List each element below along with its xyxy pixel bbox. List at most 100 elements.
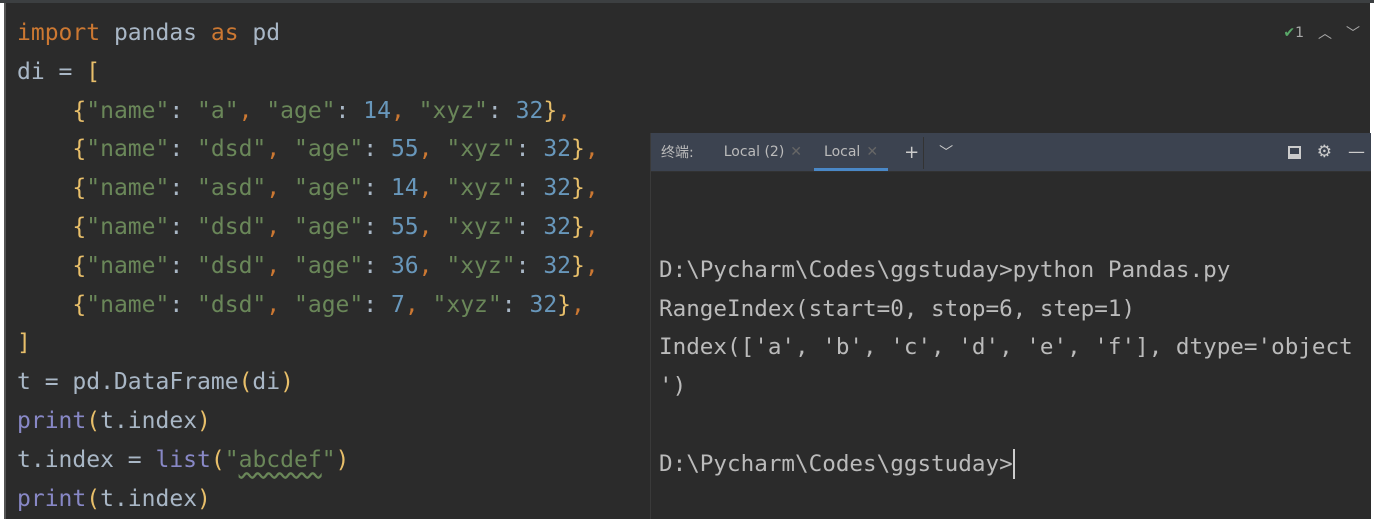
- code-token: ,: [266, 213, 294, 240]
- code-line[interactable]: {"name": "dsd", "age": 7, "xyz": 32},: [17, 286, 599, 325]
- code-line[interactable]: {"name": "a", "age": 14, "xyz": 32},: [17, 92, 599, 131]
- code-token: :: [363, 136, 391, 163]
- code-token: ,: [266, 175, 294, 202]
- code-token: 36: [390, 252, 419, 279]
- code-token: 55: [390, 213, 419, 240]
- code-token: ,: [418, 136, 447, 163]
- code-token: (: [86, 407, 101, 434]
- code-token: ": [224, 446, 239, 473]
- code-token: :: [515, 136, 544, 163]
- previous-highlight-icon[interactable]: ︿: [1318, 23, 1332, 43]
- inspection-widget[interactable]: ✔1 ︿ ﹀: [1283, 23, 1360, 43]
- gear-icon[interactable]: ⚙: [1317, 142, 1332, 162]
- check-icon[interactable]: ✔1: [1283, 25, 1304, 41]
- code-token: "name": [86, 291, 170, 318]
- code-token: ,: [418, 175, 447, 202]
- terminal-cursor: [1012, 449, 1015, 480]
- code-token: ,: [266, 136, 294, 163]
- terminal-panel[interactable]: 终端: Local (2) ✕ Local ✕ + ﹀ ⚙ — D:\Pycharm…: [650, 133, 1371, 519]
- code-line[interactable]: t.index = list("abcdef"): [17, 441, 599, 480]
- code-token: :: [335, 97, 364, 124]
- code-token: "age": [294, 291, 364, 318]
- minimize-icon[interactable]: —: [1348, 142, 1365, 162]
- code-token: ,: [266, 252, 294, 279]
- code-token: import: [17, 20, 101, 46]
- chevron-down-icon[interactable]: ﹀: [939, 142, 953, 162]
- code-token: "xyz": [446, 252, 516, 279]
- code-token: "xyz": [446, 213, 516, 240]
- code-token: "age": [294, 136, 364, 163]
- code-token: :: [169, 252, 198, 279]
- code-token: "dsd": [197, 136, 267, 163]
- code-text[interactable]: import pandas as pd di = [ {"name": "a", …: [17, 14, 599, 518]
- code-line[interactable]: import pandas as pd: [17, 14, 599, 53]
- code-token: (: [238, 369, 253, 396]
- code-line[interactable]: di = [: [17, 53, 599, 92]
- tab-local-2[interactable]: Local (2) ✕: [718, 133, 808, 171]
- code-token: ,: [390, 97, 419, 124]
- code-line[interactable]: {"name": "asd", "age": 14, "xyz": 32},: [17, 169, 599, 208]
- code-token: }: [543, 97, 558, 124]
- code-token: 32: [515, 97, 544, 124]
- code-token: :: [515, 252, 544, 279]
- code-line[interactable]: {"name": "dsd", "age": 55, "xyz": 32},: [17, 208, 598, 247]
- code-token: ,: [584, 252, 599, 279]
- code-token: ,: [557, 97, 572, 124]
- code-token: "dsd": [197, 213, 267, 240]
- code-token: "name": [86, 175, 170, 202]
- code-token: t.index: [100, 407, 198, 434]
- code-token: 14: [390, 175, 419, 202]
- code-token: }: [571, 213, 585, 240]
- code-token: "age": [294, 175, 364, 202]
- add-tab-icon[interactable]: +: [904, 142, 919, 163]
- code-token: 55: [390, 136, 419, 163]
- code-token: }: [571, 175, 585, 202]
- code-line[interactable]: print(t.index): [17, 480, 599, 519]
- terminal-line: Index(['a', 'b', 'c', 'd', 'e', 'f'], dt…: [659, 334, 1353, 361]
- code-line[interactable]: t = pd.DataFrame(di): [17, 363, 599, 402]
- code-token: print: [17, 407, 87, 434]
- code-token: }: [571, 136, 585, 163]
- terminal-label: 终端:: [661, 145, 694, 161]
- code-line[interactable]: {"name": "dsd", "age": 55, "xyz": 32},: [17, 130, 598, 169]
- code-token: ): [197, 485, 211, 512]
- close-icon[interactable]: ✕: [866, 144, 878, 160]
- gutter: [4, 3, 6, 519]
- terminal-header: 终端: Local (2) ✕ Local ✕ + ﹀ ⚙ —: [651, 133, 1371, 172]
- code-token: pd: [238, 20, 281, 46]
- code-token: t = pd.DataFrame: [17, 369, 239, 396]
- code-token: list: [155, 446, 211, 473]
- code-token: ,: [418, 213, 447, 240]
- code-token: 32: [543, 252, 572, 279]
- code-token: {: [72, 97, 87, 124]
- code-token: di: [252, 369, 281, 396]
- code-token: 7: [390, 291, 405, 318]
- code-token: :: [169, 97, 198, 124]
- layout-icon[interactable]: [1287, 145, 1301, 159]
- code-token: :: [363, 291, 391, 318]
- code-token: ): [280, 369, 294, 396]
- tab-label: Local (2): [723, 144, 785, 160]
- code-line[interactable]: {"name": "dsd", "age": 36, "xyz": 32},: [17, 247, 599, 286]
- close-icon[interactable]: ✕: [790, 144, 802, 160]
- code-token: 32: [543, 175, 572, 202]
- code-token: "name": [86, 97, 170, 124]
- code-token: print: [17, 485, 87, 512]
- code-token: :: [363, 175, 391, 202]
- code-line[interactable]: ]: [17, 324, 599, 363]
- code-token: ,: [584, 175, 599, 202]
- terminal-output[interactable]: D:\Pycharm\Codes\ggstuday>python Pandas.…: [659, 212, 1353, 484]
- code-token: 32: [529, 291, 558, 318]
- next-highlight-icon[interactable]: ﹀: [1346, 23, 1360, 43]
- terminal-line: D:\Pycharm\Codes\ggstuday>python Pandas.…: [659, 256, 1231, 283]
- code-line[interactable]: print(t.index): [17, 402, 599, 441]
- terminal-line: D:\Pycharm\Codes\ggstuday>: [659, 445, 1353, 484]
- code-token: :: [169, 213, 198, 240]
- code-token: {: [72, 291, 87, 318]
- tab-local[interactable]: Local ✕: [814, 133, 889, 171]
- code-token: (: [86, 485, 101, 512]
